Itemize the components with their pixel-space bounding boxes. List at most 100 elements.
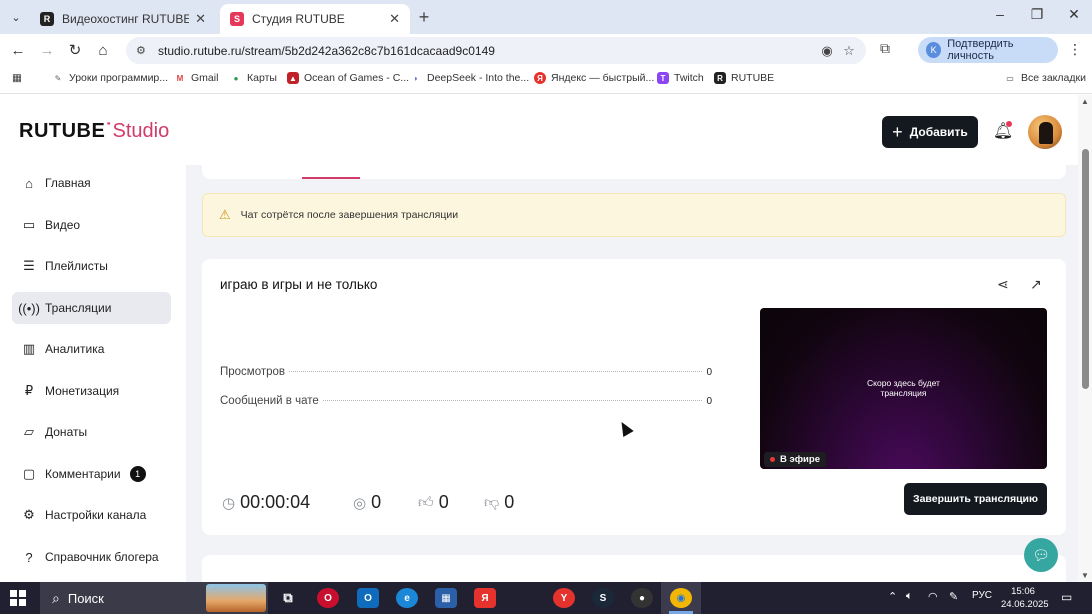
add-button[interactable]: + Добавить [882,116,978,148]
menu-kebab-icon[interactable]: ⋮ [1068,41,1082,58]
pen-icon[interactable]: ✎ [949,590,958,603]
forward-icon[interactable]: → [37,40,57,60]
live-label: В эфире [780,454,820,465]
sidebar-item-analytics[interactable]: ▥ Аналитика [12,333,171,365]
address-bar[interactable]: ⚙ studio.rutube.ru/stream/5b2d242a362c8c… [126,37,866,64]
url-text[interactable]: studio.rutube.ru/stream/5b2d242a362c8c7b… [158,44,816,58]
bookmark-label: Яндекс — быстрый... [551,72,655,84]
tray-overflow-icon[interactable]: ⌃ [888,590,897,603]
live-badge: В эфире [764,452,826,467]
bookmark-label: Ocean of Games - C... [304,72,410,84]
bookmark-label: Twitch [674,72,704,84]
notification-center-icon[interactable]: ▭ [1061,590,1072,604]
search-highlight-image [206,584,266,612]
browser-toolbar: ← → ↻ ⌂ ⚙ studio.rutube.ru/stream/5b2d24… [0,34,1092,66]
thumbs-up-icon: 👍︎ [418,493,434,511]
windows-start-icon[interactable] [10,590,26,606]
sidebar-item-blogger-guide[interactable]: ? Справочник блогера [12,541,171,573]
minimize-button[interactable]: – [990,6,1010,22]
verify-label: Подтвердить личность [947,38,1014,62]
sidebar-item-playlists[interactable]: ☰ Плейлисты [12,250,171,282]
yandex-browser-icon[interactable]: Y [553,588,575,608]
tracking-hidden-icon[interactable]: ◉ [816,43,838,59]
close-window-button[interactable]: ✕ [1064,6,1084,23]
bookmark-item[interactable]: ● Карты [230,72,277,84]
language-indicator[interactable]: РУС [972,590,992,601]
bookmark-label: Карты [247,72,277,84]
bookmark-star-icon[interactable]: ☆ [838,43,860,59]
bookmark-item[interactable]: ▲ Ocean of Games - C... [287,72,409,84]
extensions-icon[interactable]: ⧉ [880,40,890,57]
edge-icon[interactable]: e [396,588,418,608]
bookmark-item[interactable]: T Twitch [657,72,704,84]
bookmark-item[interactable]: M Gmail [174,72,219,84]
scroll-down-icon[interactable]: ▼ [1080,571,1090,580]
new-tab-button[interactable]: + [414,7,434,28]
bell-icon[interactable]: 🔔︎ [992,121,1014,143]
viewers-metric: ◎ 0 [353,492,381,513]
sidebar-item-monetization[interactable]: ₽ Монетизация [12,375,171,407]
share-icon[interactable]: ⋖ [997,276,1009,293]
sidebar-item-video[interactable]: ▭ Видео [12,209,171,241]
sidebar-item-channel-settings[interactable]: ⚙ Настройки канала [12,499,171,531]
store-icon[interactable]: ▦ [435,588,457,608]
chrome-icon[interactable]: ◉ [670,588,692,608]
sidebar-item-comments[interactable]: ▢ Комментарии 1 [12,458,171,490]
settings-icon: ⚙ [23,507,35,522]
rutube-studio-logo[interactable]: RUTUBE˙Studio [19,120,169,143]
rutube-favicon-icon: R [40,12,54,26]
bookmark-item[interactable]: ◗ DeepSeek - Into the... [410,72,530,84]
tab-rutube-video[interactable]: R Видеохостинг RUTUBE. Смотр ✕ [30,4,216,34]
warning-icon: ⚠ [219,207,231,222]
page-scrollbar[interactable]: ▲ ▼ [1078,95,1092,582]
sidebar-item-home[interactable]: ⌂ Главная [12,167,171,199]
twitch-icon: T [657,72,669,84]
volume-icon[interactable]: 🔈︎ [906,590,913,603]
stream-preview[interactable]: Скоро здесь будет трансляция В эфире [760,308,1047,469]
steam-icon[interactable]: S [592,588,614,608]
sidebar-item-label: Главная [45,176,91,190]
close-tab-icon[interactable]: ✕ [389,11,400,27]
taskbar-clock[interactable]: 15:06 24.06.2025 [1001,585,1049,611]
duration-metric: ◷ 00:00:04 [222,492,310,513]
taskbar-search[interactable]: ⌕ Поиск [40,582,268,614]
apps-grid-icon[interactable]: ▦ [12,72,22,84]
studio-page: RUTUBE˙Studio + Добавить 🔔︎ ⌂ Главная ▭ … [0,95,1092,582]
all-bookmarks-button[interactable]: ▭ Все закладки [1004,72,1086,84]
outlook-icon[interactable]: O [357,588,379,608]
sidebar-item-donations[interactable]: ▱ Донаты [12,416,171,448]
stat-label: Просмотров [220,366,286,378]
scroll-thumb[interactable] [1082,149,1089,389]
support-chat-button[interactable]: 💬︎ [1024,538,1058,572]
site-info-icon[interactable]: ⚙ [136,44,150,57]
restore-button[interactable]: ❐ [1027,6,1047,23]
preview-text-line1: Скоро здесь будет [867,378,940,388]
viewer-icon: ◎ [353,494,367,512]
logo-studio-text: Studio [112,120,170,142]
opera-icon[interactable]: O [317,588,339,608]
open-external-icon[interactable]: ↗ [1030,276,1042,293]
yandex-app-icon[interactable]: Я [474,588,496,608]
bookmark-label: Gmail [191,72,219,84]
tab-rutube-studio[interactable]: S Студия RUTUBE ✕ [220,4,410,34]
reload-icon[interactable]: ↻ [65,40,85,60]
avatar[interactable] [1028,115,1062,149]
stream-card: играю в игры и не только ⋖ ↗ Просмотров … [202,259,1066,535]
tab-title: Видеохостинг RUTUBE. Смотр [62,12,190,26]
obs-icon[interactable]: ● [631,588,653,608]
network-icon[interactable]: ◠ [928,590,938,603]
bookmark-item[interactable]: R RUTUBE [714,72,774,84]
maps-icon: ● [233,73,239,83]
sidebar-item-broadcasts[interactable]: ((•)) Трансляции [12,292,171,324]
gmail-icon: M [176,73,184,83]
bookmark-item[interactable]: ✎ Уроки программир... [52,72,168,84]
verify-identity-button[interactable]: K Подтвердить личность [918,37,1058,63]
task-view-icon[interactable]: ⧉ [277,588,299,608]
bookmark-item[interactable]: Я Яндекс — быстрый... [534,72,654,84]
close-tab-icon[interactable]: ✕ [195,11,206,27]
home-icon[interactable]: ⌂ [93,40,113,60]
end-stream-button[interactable]: Завершить трансляцию [904,483,1047,515]
tab-search-icon[interactable]: ⌄ [6,7,26,27]
back-icon[interactable]: ← [8,40,28,60]
scroll-up-icon[interactable]: ▲ [1080,97,1090,106]
